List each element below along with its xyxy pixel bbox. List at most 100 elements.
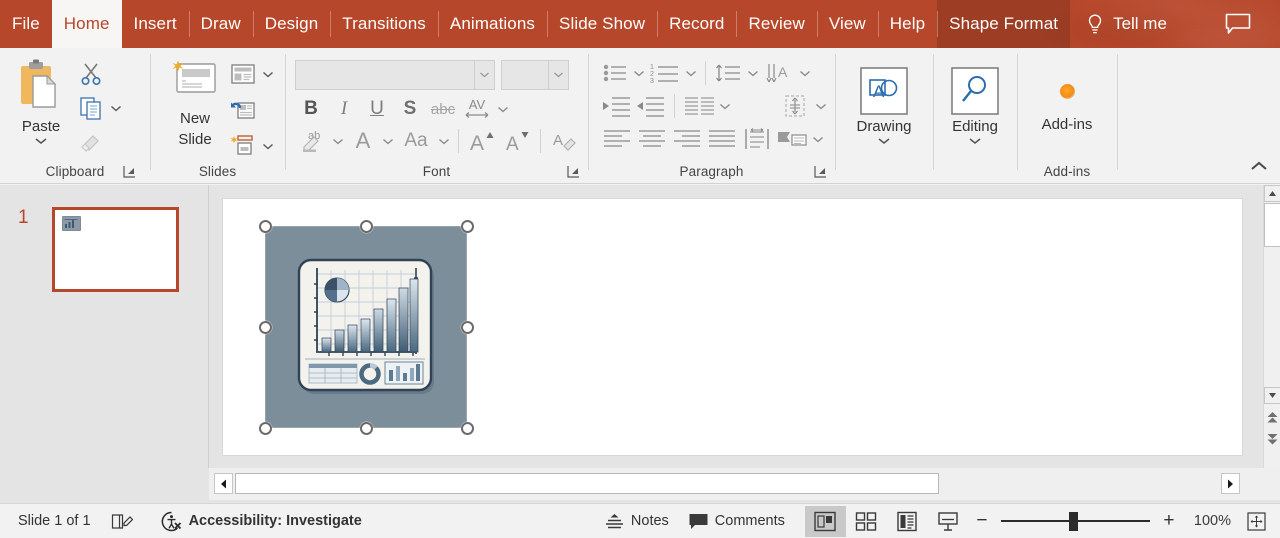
- text-columns-button[interactable]: [740, 124, 774, 154]
- clear-formatting-button[interactable]: A: [547, 126, 581, 156]
- tab-review[interactable]: Review: [736, 0, 816, 48]
- align-text-vertical-dropdown[interactable]: [813, 91, 829, 121]
- convert-to-smartart-button[interactable]: [775, 124, 809, 154]
- tab-help[interactable]: Help: [878, 0, 937, 48]
- font-name-combobox[interactable]: [295, 60, 495, 90]
- clipboard-dialog-launcher[interactable]: [123, 165, 136, 178]
- tab-transitions[interactable]: Transitions: [330, 0, 438, 48]
- vertical-scroll-thumb[interactable]: [1264, 203, 1280, 247]
- layout-dropdown[interactable]: [260, 59, 276, 89]
- strikethrough-button[interactable]: abc: [427, 94, 459, 124]
- bullets-button[interactable]: [600, 58, 630, 88]
- resize-handle-bottom-right[interactable]: [461, 422, 474, 435]
- tell-me-search[interactable]: Tell me: [1070, 0, 1177, 48]
- text-direction-button[interactable]: A: [762, 58, 796, 88]
- slide-thumbnail-pane[interactable]: 1: [0, 185, 208, 468]
- slide-surface[interactable]: [222, 198, 1243, 456]
- align-left-button[interactable]: [600, 124, 634, 154]
- underline-button[interactable]: U: [361, 94, 393, 124]
- reset-button[interactable]: [228, 94, 279, 126]
- zoom-slider[interactable]: − +: [969, 504, 1182, 538]
- align-center-button[interactable]: [635, 124, 669, 154]
- font-size-combobox[interactable]: [501, 60, 569, 90]
- resize-handle-top-left[interactable]: [259, 220, 272, 233]
- scroll-down-button[interactable]: [1264, 387, 1280, 404]
- font-color-dropdown[interactable]: [380, 126, 396, 156]
- tab-insert[interactable]: Insert: [122, 0, 189, 48]
- change-case-button[interactable]: Aa: [397, 126, 435, 156]
- numbering-dropdown[interactable]: [683, 58, 699, 88]
- paste-button[interactable]: Paste: [6, 54, 76, 164]
- slide-show-view-button[interactable]: [928, 506, 969, 537]
- font-color-button[interactable]: A: [347, 126, 379, 156]
- drawing-button[interactable]: A Drawing: [841, 62, 927, 164]
- section-dropdown[interactable]: [260, 131, 276, 161]
- tab-file[interactable]: File: [0, 0, 52, 48]
- zoom-track[interactable]: [995, 504, 1156, 538]
- tab-record[interactable]: Record: [657, 0, 736, 48]
- new-slide-button[interactable]: New Slide: [162, 54, 228, 164]
- font-size-dropdown[interactable]: [548, 61, 568, 89]
- vertical-scrollbar[interactable]: [1263, 185, 1280, 468]
- text-shadow-button[interactable]: S: [394, 94, 426, 124]
- normal-view-button[interactable]: [805, 506, 846, 537]
- resize-handle-bottom-left[interactable]: [259, 422, 272, 435]
- tab-design[interactable]: Design: [253, 0, 331, 48]
- decrease-font-size-button[interactable]: A: [500, 126, 534, 156]
- italic-button[interactable]: I: [328, 94, 360, 124]
- bold-button[interactable]: B: [295, 94, 327, 124]
- horizontal-scrollbar[interactable]: [209, 468, 1251, 500]
- smartart-dropdown[interactable]: [810, 124, 826, 154]
- comments-status-button[interactable]: Comments: [679, 504, 795, 538]
- font-name-dropdown[interactable]: [474, 61, 494, 89]
- zoom-thumb[interactable]: [1069, 512, 1078, 531]
- resize-handle-top-center[interactable]: [360, 220, 373, 233]
- text-highlight-color-dropdown[interactable]: [330, 126, 346, 156]
- zoom-level-button[interactable]: 100%: [1182, 504, 1237, 538]
- editing-button[interactable]: Editing: [939, 62, 1011, 164]
- accessibility-status[interactable]: Accessibility: Investigate: [151, 504, 372, 538]
- tab-shape-format[interactable]: Shape Format: [937, 0, 1070, 48]
- format-painter-button[interactable]: [76, 126, 144, 158]
- reading-view-button[interactable]: [887, 506, 928, 537]
- numbering-button[interactable]: 1 2 3: [648, 58, 682, 88]
- notes-button[interactable]: Notes: [595, 504, 679, 538]
- cut-button[interactable]: [76, 58, 144, 90]
- align-right-button[interactable]: [670, 124, 704, 154]
- increase-indent-button[interactable]: [635, 91, 669, 121]
- text-direction-dropdown[interactable]: [797, 58, 813, 88]
- resize-handle-bottom-center[interactable]: [360, 422, 373, 435]
- resize-handle-top-right[interactable]: [461, 220, 474, 233]
- columns-dropdown[interactable]: [718, 91, 734, 121]
- layout-button[interactable]: [228, 58, 279, 90]
- copy-button[interactable]: [76, 92, 144, 124]
- previous-slide-button[interactable]: [1264, 406, 1280, 428]
- resize-handle-middle-right[interactable]: [461, 321, 474, 334]
- justify-button[interactable]: [705, 124, 739, 154]
- line-spacing-dropdown[interactable]: [745, 58, 761, 88]
- add-columns-button[interactable]: [681, 91, 717, 121]
- tab-slide-show[interactable]: Slide Show: [547, 0, 657, 48]
- character-spacing-dropdown[interactable]: [495, 94, 511, 124]
- slide-count-indicator[interactable]: Slide 1 of 1: [0, 504, 101, 538]
- increase-font-size-button[interactable]: A: [465, 126, 499, 156]
- section-button[interactable]: [228, 130, 279, 162]
- font-dialog-launcher[interactable]: [567, 165, 580, 178]
- tab-view[interactable]: View: [817, 0, 878, 48]
- resize-handle-middle-left[interactable]: [259, 321, 272, 334]
- text-highlight-color-button[interactable]: ab: [295, 126, 329, 156]
- decrease-indent-button[interactable]: [600, 91, 634, 121]
- addins-button[interactable]: Add-ins: [1023, 64, 1111, 164]
- tab-home[interactable]: Home: [52, 0, 122, 48]
- collapse-ribbon-button[interactable]: [1248, 155, 1270, 177]
- change-case-dropdown[interactable]: [436, 126, 452, 156]
- tab-animations[interactable]: Animations: [438, 0, 547, 48]
- tab-draw[interactable]: Draw: [189, 0, 253, 48]
- comments-button[interactable]: [1211, 0, 1265, 48]
- align-text-vertical-button[interactable]: [779, 91, 813, 121]
- line-spacing-button[interactable]: [712, 58, 744, 88]
- horizontal-scroll-thumb[interactable]: [235, 473, 939, 494]
- paragraph-dialog-launcher[interactable]: [814, 165, 827, 178]
- fit-slide-to-window-button[interactable]: [1237, 504, 1280, 538]
- slide-thumbnail-1[interactable]: [52, 207, 179, 292]
